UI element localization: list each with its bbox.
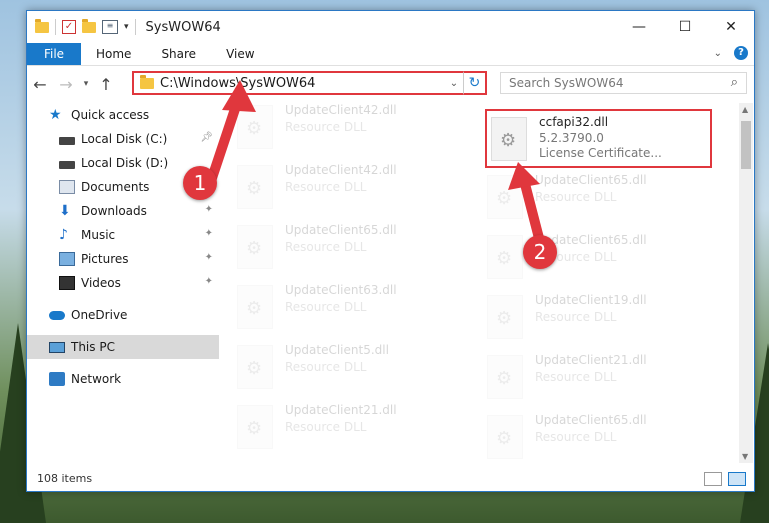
arrow-2-head bbox=[508, 162, 540, 190]
annotation-arrows bbox=[207, 80, 545, 247]
arrow-1-head bbox=[222, 80, 256, 112]
step-1-badge: 1 bbox=[183, 166, 217, 200]
arrow-2-shaft bbox=[519, 175, 545, 247]
step-2-badge: 2 bbox=[523, 235, 557, 269]
arrow-1-shaft bbox=[207, 95, 243, 183]
